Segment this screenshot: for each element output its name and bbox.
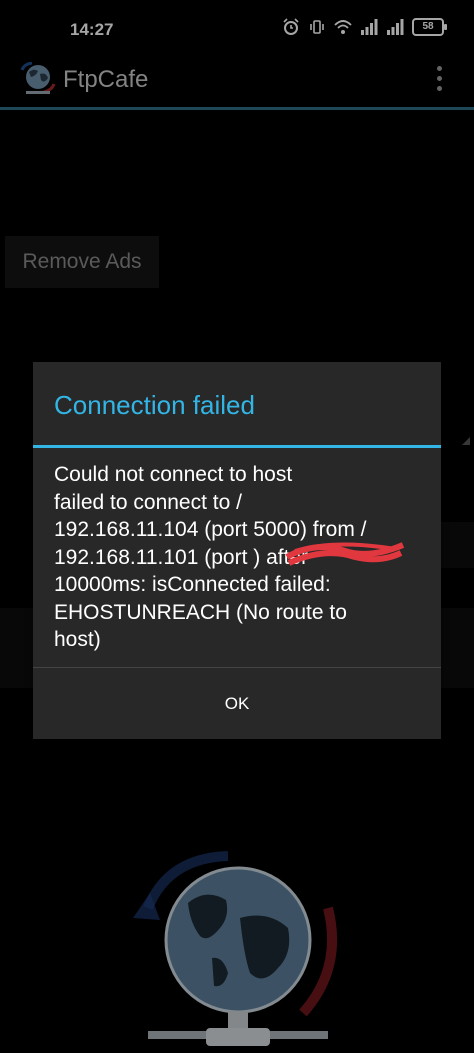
dialog-title-divider bbox=[33, 445, 441, 448]
connection-failed-dialog: Connection failed Could not connect to h… bbox=[33, 362, 441, 739]
dialog-title: Connection failed bbox=[54, 390, 255, 420]
ok-button[interactable]: OK bbox=[33, 668, 441, 739]
redaction-scribble bbox=[285, 542, 405, 566]
